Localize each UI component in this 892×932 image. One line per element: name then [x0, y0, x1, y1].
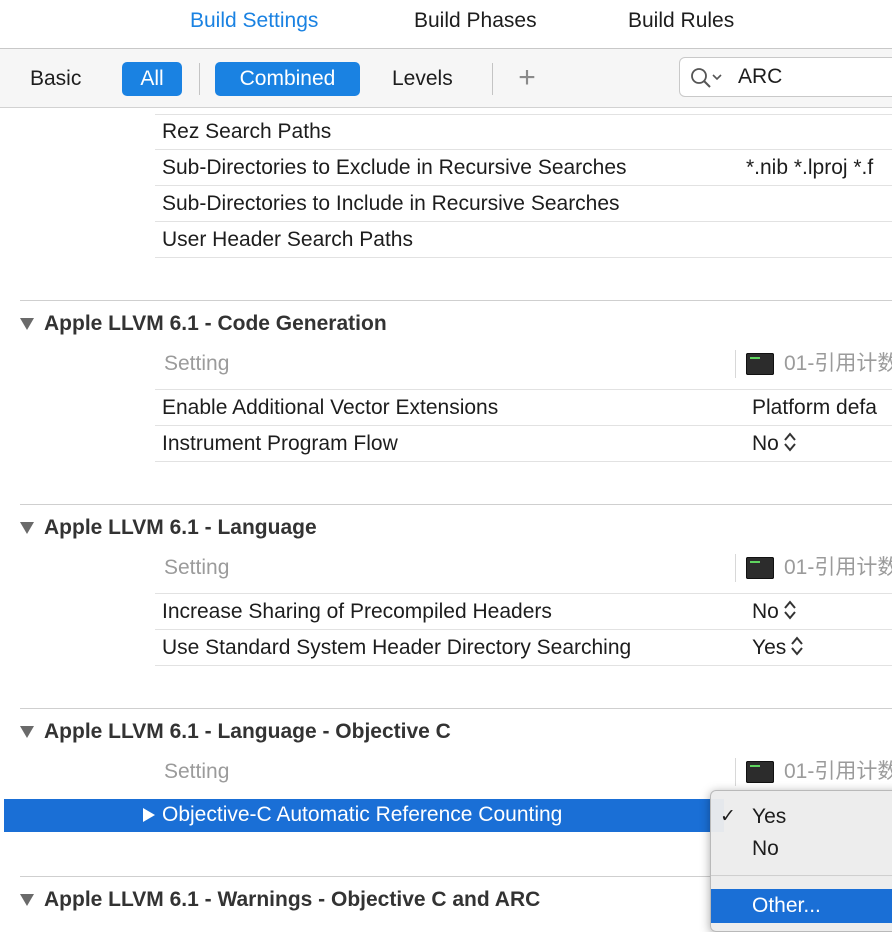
menu-item-label: Other... — [752, 894, 821, 917]
search-field[interactable]: ARC — [679, 57, 892, 97]
all-filter-button[interactable]: All — [122, 62, 182, 96]
row-divider — [155, 221, 892, 222]
tab-build-settings[interactable]: Build Settings — [190, 7, 318, 35]
setting-row-name[interactable]: Rez Search Paths — [162, 118, 331, 146]
target-column-header: 01-引用计数 — [784, 760, 892, 783]
section-header-language[interactable]: Apple LLVM 6.1 - Language — [44, 514, 317, 542]
setting-column-header: Setting — [164, 760, 230, 783]
target-terminal-icon — [746, 557, 774, 579]
setting-row-value[interactable]: Platform defa — [752, 394, 877, 422]
row-divider — [155, 389, 892, 390]
row-divider — [155, 149, 892, 150]
setting-value-popup[interactable]: No — [752, 598, 797, 626]
basic-filter-button[interactable]: Basic — [30, 62, 81, 96]
section-divider — [20, 708, 892, 709]
setting-row-value: Yes — [752, 636, 787, 659]
section-divider — [20, 504, 892, 505]
section-header-warnings-objective-c-arc[interactable]: Apple LLVM 6.1 - Warnings - Objective C … — [44, 886, 540, 914]
levels-view-button[interactable]: Levels — [392, 62, 453, 96]
row-divider — [155, 114, 892, 115]
value-popup-menu: ✓ Yes No Other... — [710, 790, 892, 932]
target-column-header: 01-引用计数 — [784, 352, 892, 375]
row-divider — [155, 629, 892, 630]
setting-row-name[interactable]: User Header Search Paths — [162, 226, 413, 254]
search-input[interactable]: ARC — [738, 62, 782, 92]
row-divider — [155, 185, 892, 186]
setting-row-name[interactable]: Instrument Program Flow — [162, 430, 398, 458]
row-divider — [155, 461, 892, 462]
up-down-chevron-icon — [784, 432, 796, 452]
row-divider — [155, 593, 892, 594]
setting-column-header: Setting — [164, 556, 230, 579]
disclosure-triangle-icon[interactable] — [20, 726, 34, 738]
setting-value-popup[interactable]: Yes — [752, 634, 804, 662]
combined-view-button[interactable]: Combined — [215, 62, 360, 96]
tab-build-phases[interactable]: Build Phases — [414, 7, 537, 35]
row-divider — [155, 257, 892, 258]
checkmark-icon: ✓ — [720, 806, 736, 827]
setting-row-value: No — [752, 600, 779, 623]
target-terminal-icon — [746, 353, 774, 375]
section-header-language-objective-c[interactable]: Apple LLVM 6.1 - Language - Objective C — [44, 718, 451, 746]
setting-row-value: No — [752, 432, 779, 455]
up-down-chevron-icon — [784, 600, 796, 620]
menu-item-yes[interactable]: ✓ Yes — [711, 802, 892, 832]
divider — [492, 63, 493, 95]
up-down-chevron-icon — [791, 636, 804, 656]
disclosure-triangle-icon[interactable] — [20, 522, 34, 534]
search-icon[interactable] — [690, 66, 724, 90]
target-terminal-icon — [746, 761, 774, 783]
menu-item-label: No — [752, 837, 779, 860]
setting-row-name[interactable]: Enable Additional Vector Extensions — [162, 394, 498, 422]
column-divider — [735, 554, 736, 582]
disclosure-triangle-icon[interactable] — [143, 808, 155, 822]
menu-separator — [711, 875, 892, 876]
disclosure-triangle-icon[interactable] — [20, 318, 34, 330]
row-divider — [155, 425, 892, 426]
menu-item-label: Yes — [752, 805, 787, 828]
menu-item-other[interactable]: Other... — [711, 889, 892, 923]
setting-row-value[interactable]: *.nib *.lproj *.f — [746, 154, 873, 182]
setting-column-header: Setting — [164, 352, 230, 375]
column-divider — [735, 758, 736, 786]
setting-row-name[interactable]: Sub-Directories to Exclude in Recursive … — [162, 154, 627, 182]
divider — [199, 63, 200, 95]
setting-row-name[interactable]: Use Standard System Header Directory Sea… — [162, 634, 631, 662]
setting-row-name[interactable]: Sub-Directories to Include in Recursive … — [162, 190, 620, 218]
column-divider — [735, 350, 736, 378]
row-divider — [155, 665, 892, 666]
tab-build-rules[interactable]: Build Rules — [628, 7, 734, 35]
add-setting-button[interactable]: + — [513, 60, 541, 96]
filter-bar: Basic All Combined Levels + ARC — [0, 49, 892, 108]
selected-setting-row[interactable]: Objective-C Automatic Reference Counting — [4, 799, 724, 832]
menu-item-no[interactable]: No — [711, 834, 892, 864]
target-column-header: 01-引用计数 — [784, 556, 892, 579]
section-header-code-generation[interactable]: Apple LLVM 6.1 - Code Generation — [44, 310, 387, 338]
setting-value-popup[interactable]: No — [752, 430, 797, 458]
section-divider — [20, 300, 892, 301]
setting-row-name[interactable]: Objective-C Automatic Reference Counting — [162, 801, 562, 829]
tab-bar: Build Settings Build Phases Build Rules — [0, 0, 892, 49]
setting-row-name[interactable]: Increase Sharing of Precompiled Headers — [162, 598, 552, 626]
disclosure-triangle-icon[interactable] — [20, 894, 34, 906]
